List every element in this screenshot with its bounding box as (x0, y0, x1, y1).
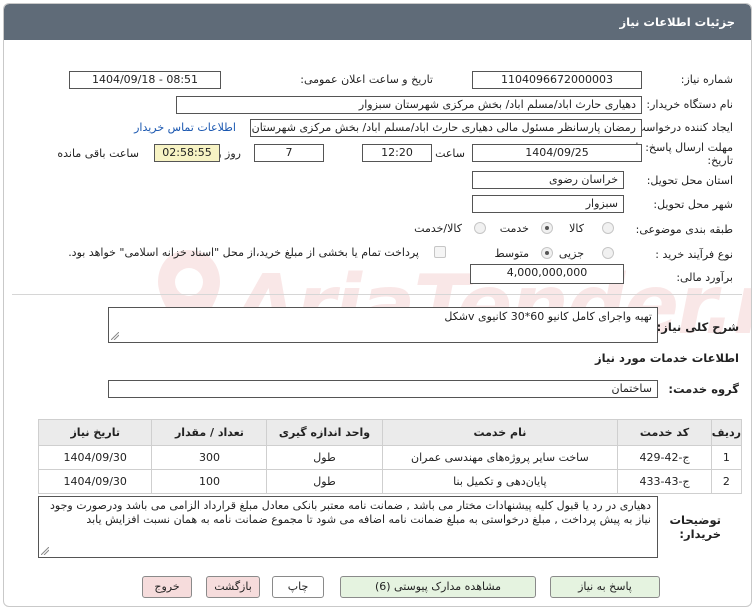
col-code: کد خدمت (617, 419, 712, 446)
summary-label: شرح کلی نیاز: (656, 320, 739, 334)
category-label: طبقه بندی موضوعی: (635, 223, 733, 236)
buyer-contact-link[interactable]: اطلاعات تماس خریدار (134, 121, 236, 134)
deadline-time-label: ساعت (435, 147, 465, 160)
service-group-label: گروه خدمت: (668, 382, 739, 396)
exit-button[interactable]: خروج (142, 576, 192, 598)
buyer-org-label: نام دستگاه خریدار: (646, 98, 733, 111)
buyer-notes-label: توضیحات (669, 513, 722, 527)
page-title: جزئیات اطلاعات نیاز (619, 15, 735, 29)
table-row: 2 ج-43-433 پایان‌دهی و تکمیل بنا طول 100… (37, 469, 743, 494)
cell-date: 1404/09/30 (37, 445, 153, 470)
buyer-notes-label-2: خریدار: (679, 527, 721, 541)
cell-row: 1 (710, 445, 743, 470)
province-label: استان محل تحویل: (646, 174, 733, 187)
creator-label: ایجاد کننده درخواست: (631, 121, 733, 134)
remaining-time-field: 02:58:55 (154, 144, 220, 162)
attachments-button[interactable]: مشاهده مدارک پیوستی (6) (340, 576, 536, 598)
cell-row: 2 (710, 469, 743, 494)
treasury-payment-checkbox[interactable] (434, 246, 446, 258)
col-row: ردیف (710, 419, 743, 446)
purchase-medium-radio[interactable] (541, 247, 553, 259)
col-qty: تعداد / مقدار (151, 419, 268, 446)
remaining-time-label: ساعت باقی مانده (57, 147, 139, 160)
table-row: 1 ج-42-429 ساخت سایر پروژه‌های مهندسی عم… (37, 445, 743, 470)
deadline-label: مهلت ارسال پاسخ: تا (635, 141, 733, 154)
cell-qty: 100 (151, 469, 268, 494)
announce-date-label: تاریخ و ساعت اعلان عمومی: (300, 73, 433, 86)
buyer-org-field: دهیاری حارث اباد/مسلم اباد/ بخش مرکزی شه… (176, 96, 642, 114)
need-number-label: شماره نیاز: (680, 73, 733, 86)
cell-unit: طول (266, 469, 383, 494)
divider (12, 294, 742, 295)
city-label: شهر محل تحویل: (653, 198, 733, 211)
purchase-type-label: نوع فرآیند خرید : (655, 248, 733, 261)
respond-button[interactable]: پاسخ به نیاز (550, 576, 660, 598)
col-name: نام خدمت (381, 419, 619, 446)
category-service-radio[interactable] (541, 222, 553, 234)
title-bar: جزئیات اطلاعات نیاز (4, 4, 751, 40)
city-field: سبزوار (472, 195, 624, 213)
deadline-time-field: 12:20 (362, 144, 432, 162)
buyer-notes-field: دهیاری در رد یا قبول کلیه پیشنهادات مختا… (38, 496, 658, 558)
category-goods-service-label: کالا/خدمت (414, 222, 462, 235)
purchase-minor-label: جزیی (558, 247, 584, 260)
budget-label: برآورد مالی: (676, 271, 733, 284)
category-goods-label: کالا (569, 222, 584, 235)
service-group-field: ساختمان (108, 380, 658, 398)
cell-unit: طول (266, 445, 383, 470)
back-button[interactable]: بازگشت (206, 576, 260, 598)
category-service-label: خدمت (499, 222, 529, 235)
need-details-window: جزئیات اطلاعات نیاز AriaTender.neT شماره… (3, 3, 752, 607)
purchase-medium-label: متوسط (494, 247, 529, 260)
cell-code: ج-43-433 (617, 469, 712, 494)
cell-qty: 300 (151, 445, 268, 470)
cell-name: پایان‌دهی و تکمیل بنا (381, 469, 619, 494)
deadline-date-label: تاریخ: (707, 154, 733, 167)
category-goods-radio[interactable] (602, 222, 614, 234)
notes-resize-handle-icon[interactable] (41, 547, 49, 555)
purchase-minor-radio[interactable] (602, 247, 614, 259)
cell-date: 1404/09/30 (37, 469, 153, 494)
resize-handle-icon[interactable] (111, 332, 119, 340)
table-header-row: ردیف کد خدمت نام خدمت واحد اندازه گیری ت… (37, 419, 743, 446)
deadline-date-field: 1404/09/25 (472, 144, 642, 162)
summary-field: تهیه واجرای کامل کانیو 60*30 کانیوی vشکل (108, 307, 658, 343)
province-field: خراسان رضوی (472, 171, 624, 189)
category-goods-service-radio[interactable] (474, 222, 486, 234)
cell-code: ج-42-429 (617, 445, 712, 470)
need-number-field: 1104096672000003 (472, 71, 642, 89)
print-button[interactable]: چاپ (272, 576, 324, 598)
services-section-title: اطلاعات خدمات مورد نیاز (595, 351, 739, 365)
creator-field: رمضان پارسانظر مسئول مالی دهیاری حارث اب… (250, 119, 642, 137)
treasury-payment-note: پرداخت تمام یا بخشی از مبلغ خرید،از محل … (68, 246, 419, 259)
cell-name: ساخت سایر پروژه‌های مهندسی عمران (381, 445, 619, 470)
col-unit: واحد اندازه گیری (266, 419, 383, 446)
days-field: 7 (254, 144, 324, 162)
col-date: تاریخ نیاز (37, 419, 153, 446)
services-table: ردیف کد خدمت نام خدمت واحد اندازه گیری ت… (37, 419, 743, 494)
announce-date-field: 1404/09/18 - 08:51 (69, 71, 221, 89)
budget-field: 4,000,000,000 (470, 264, 624, 284)
